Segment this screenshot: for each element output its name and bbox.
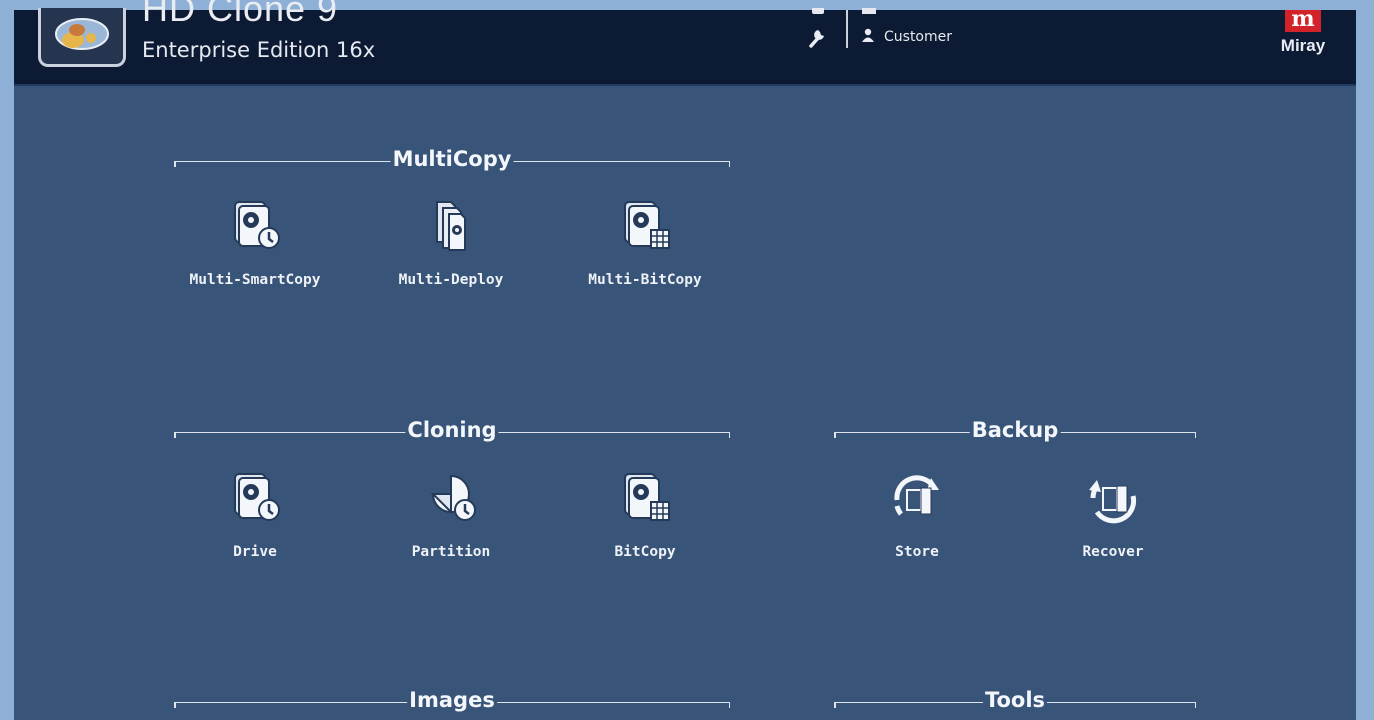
wrench-icon[interactable] [808, 26, 828, 48]
group-title-multicopy: MultiCopy [390, 147, 514, 171]
recover-label: Recover [1082, 544, 1144, 560]
app-title: HD Clone 9 [142, 0, 339, 29]
application-window: HD Clone 9 Enterprise Edition 16x Custom… [0, 0, 1374, 720]
multi-smartcopy-label: Multi-SmartCopy [189, 272, 321, 288]
bitcopy-drive-icon [624, 201, 670, 249]
bitcopy-drive-icon [624, 473, 670, 521]
app-edition: Enterprise Edition 16x [142, 38, 376, 62]
drive-clone-icon [234, 473, 280, 521]
user-icon [862, 28, 874, 46]
multi-smartcopy-button[interactable]: Multi-SmartCopy [170, 196, 340, 326]
group-title-images: Images [407, 688, 497, 712]
partition-label: Partition [411, 544, 491, 560]
multi-bitcopy-label: Multi-BitCopy [588, 272, 702, 288]
app-logo-icon [38, 8, 126, 67]
multi-deploy-label: Multi-Deploy [398, 272, 504, 288]
deploy-pages-icon [436, 201, 466, 251]
multi-bitcopy-button[interactable]: Multi-BitCopy [560, 196, 730, 326]
partition-clone-icon [430, 474, 476, 521]
group-title-backup: Backup [969, 418, 1061, 442]
store-backup-icon [894, 475, 939, 516]
toolbar-icon[interactable] [812, 8, 824, 14]
recover-backup-button[interactable]: Recover [1028, 468, 1198, 598]
app-header: HD Clone 9 Enterprise Edition 16x Custom… [14, 0, 1356, 86]
store-label: Store [895, 544, 939, 560]
brand-name: Miray [1280, 36, 1326, 55]
group-images: Images [174, 682, 730, 720]
group-title-tools: Tools [982, 688, 1048, 712]
smartcopy-drive-icon [234, 201, 280, 249]
partition-clone-button[interactable]: Partition [366, 468, 536, 598]
group-title-cloning: Cloning [405, 418, 499, 442]
recover-backup-icon [1089, 480, 1137, 524]
bitcopy-clone-button[interactable]: BitCopy [560, 468, 730, 598]
customer-label: Customer [884, 29, 953, 45]
header-icon[interactable] [862, 8, 876, 14]
drive-label: Drive [233, 544, 277, 560]
store-backup-button[interactable]: Store [832, 468, 1002, 598]
miray-logo-icon: m [1285, 8, 1321, 32]
header-divider [846, 10, 848, 48]
drive-clone-button[interactable]: Drive [170, 468, 340, 598]
bitcopy-label: BitCopy [614, 544, 676, 560]
main-panel: MultiCopy Multi-SmartCopy Multi-Deploy M… [14, 86, 1356, 720]
group-tools: Tools [834, 682, 1196, 720]
customer-menu[interactable]: Customer [862, 28, 952, 46]
multi-deploy-button[interactable]: Multi-Deploy [366, 196, 536, 326]
miray-brand: m Miray [1274, 8, 1332, 56]
